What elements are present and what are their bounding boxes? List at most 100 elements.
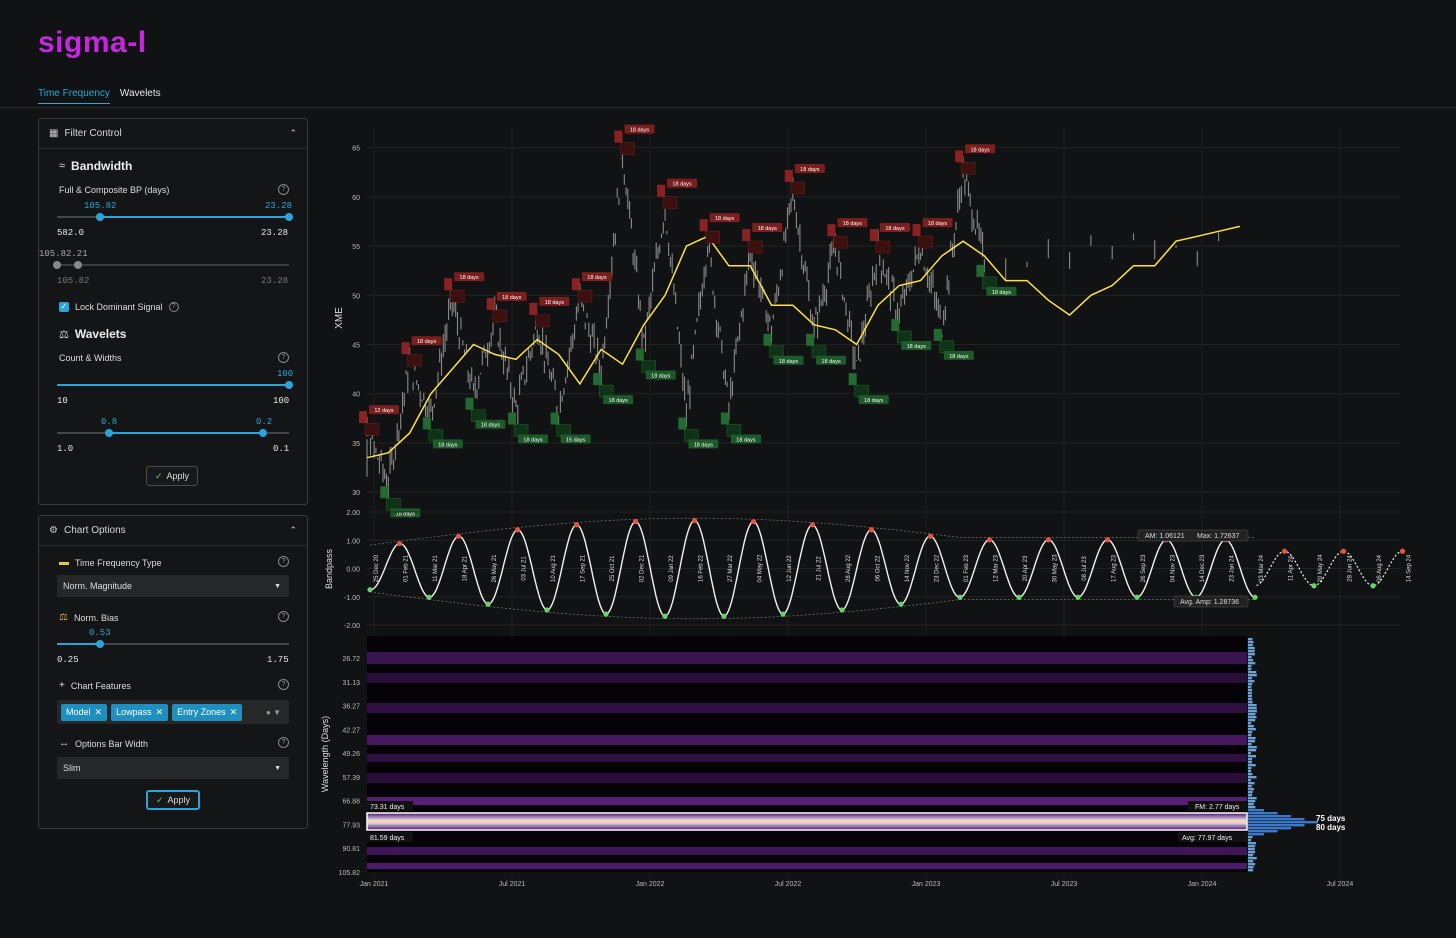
features-multiselect[interactable]: Model ✕ Lowpass ✕ Entry Zones ✕ ● ▼ <box>57 700 289 724</box>
tab-time-frequency[interactable]: Time Frequency <box>38 88 110 104</box>
peak-marker: 18 days <box>529 296 570 328</box>
histogram-bar <box>1248 677 1252 680</box>
histogram-bar <box>1248 818 1305 821</box>
histogram-bar <box>1248 806 1256 809</box>
options-apply-button[interactable]: ✓ Apply <box>146 790 201 810</box>
feature-tag-entry-zones[interactable]: Entry Zones ✕ <box>172 703 243 721</box>
bandpass-date-label: 17 Aug 23 <box>1112 554 1118 582</box>
peak-marker: 18 days <box>912 218 953 249</box>
histogram-bar <box>1248 692 1252 695</box>
filter-apply-label: Apply <box>166 471 190 481</box>
price-y-tick: 45 <box>352 343 360 350</box>
histogram-bar <box>1248 740 1255 743</box>
bias-slider-handle[interactable] <box>96 640 104 648</box>
am-label: AM: 1.06121 <box>1145 533 1185 540</box>
bandwidth-slider[interactable] <box>57 213 293 221</box>
histogram-bar <box>1248 746 1257 749</box>
bandwidth-high-label: 23.28 <box>265 201 293 211</box>
question-icon[interactable]: ? <box>278 737 289 748</box>
bias-slider[interactable] <box>57 640 289 648</box>
bandpass-date-label: 23 Dec 22 <box>935 554 941 582</box>
question-icon[interactable]: ? <box>168 302 179 312</box>
clear-caret-icon[interactable]: ● ▼ <box>266 708 281 717</box>
composite-slider[interactable] <box>53 261 289 269</box>
bar-width-label-text: Options Bar Width <box>75 738 149 749</box>
time-frequency-charts[interactable]: XME 65 60 55 50 45 40 35 30 12 days 18 days 18 da… <box>320 118 1440 898</box>
question-icon[interactable]: ? <box>278 556 289 567</box>
question-icon[interactable]: ? <box>278 679 289 690</box>
lock-dominant-checkbox[interactable]: ✓ Lock Dominant Signal ? <box>59 302 179 312</box>
chart-options-header[interactable]: ⚙ Chart Options ⌃ <box>39 516 307 546</box>
widths-slider[interactable] <box>57 429 289 437</box>
histogram-bar <box>1248 704 1257 707</box>
histogram-bar <box>1248 683 1253 686</box>
waves-icon: ≈ <box>59 160 66 172</box>
close-icon[interactable]: ✕ <box>95 707 103 718</box>
trough-marker: 18 days <box>891 319 932 350</box>
tf-type-select[interactable]: Norm. Magnitude ▼ <box>57 575 289 597</box>
checkbox-icon[interactable]: ✓ <box>59 302 69 312</box>
histogram-bar <box>1248 809 1264 812</box>
widths-slider-low-handle[interactable] <box>105 429 113 437</box>
question-icon[interactable]: ? <box>278 352 289 363</box>
histogram-bar <box>1248 848 1255 851</box>
histogram-bar <box>1248 638 1253 641</box>
bandpass-peak-dot <box>927 533 934 539</box>
bandwidth-slider-low-handle[interactable] <box>96 213 104 221</box>
bandpass-date-label: 11 Apr 24 <box>1289 555 1295 581</box>
composite-slider-low-handle[interactable] <box>53 261 61 269</box>
histogram-bar <box>1248 776 1257 779</box>
histogram-bar <box>1248 659 1254 662</box>
plus-icon: + <box>59 680 65 691</box>
histogram-bar <box>1248 695 1253 698</box>
features-label: + Chart Features <box>59 680 131 691</box>
bar-width-select[interactable]: Slim ▼ <box>57 757 289 779</box>
bandpass-trough-dot <box>1252 594 1258 600</box>
feature-tag-model[interactable]: Model ✕ <box>61 703 108 721</box>
bandpass-trough-dot <box>662 613 668 619</box>
question-icon[interactable]: ? <box>278 611 289 622</box>
histogram-bar <box>1248 719 1256 722</box>
cycle-length-label: 18 days <box>630 128 650 134</box>
bandpass-date-label: 20 May 24 <box>1318 554 1324 583</box>
price-y-tick: 65 <box>352 146 360 153</box>
price-y-tick: 35 <box>352 441 360 448</box>
chevron-up-icon[interactable]: ⌃ <box>289 128 297 139</box>
bandwidth-min: 582.0 <box>57 228 85 238</box>
time-x-tick: Jan 2022 <box>636 881 665 888</box>
price-bars <box>366 151 1220 501</box>
peak-marker: 18 days <box>614 124 655 155</box>
histogram-bar <box>1248 647 1255 650</box>
tab-wavelets[interactable]: Wavelets <box>120 88 161 104</box>
bandpass-peak-dot <box>573 522 580 528</box>
bandpass-date-label: 01 Feb 23 <box>964 554 970 582</box>
heatmap-band <box>367 773 1247 783</box>
cycle-length-label: 12 days <box>374 408 394 414</box>
chevron-up-icon[interactable]: ⌃ <box>289 525 297 536</box>
histogram-bar <box>1248 863 1256 866</box>
count-slider[interactable] <box>57 381 293 389</box>
heatmap-y-tick: 57.39 <box>342 775 360 782</box>
question-icon[interactable]: ? <box>278 184 289 195</box>
composite-slider-high-handle[interactable] <box>74 261 82 269</box>
histogram-bar <box>1248 869 1254 872</box>
cycle-length-label: 18 days <box>438 442 458 448</box>
filter-apply-button[interactable]: ✓ Apply <box>146 466 199 486</box>
cycle-length-label: 18 days <box>970 147 990 153</box>
main-tabs: Time Frequency Wavelets <box>38 88 161 104</box>
cycle-length-label: 18 days <box>800 167 820 173</box>
filter-control-header[interactable]: ▦ Filter Control ⌃ <box>39 119 307 149</box>
widths-slider-high-handle[interactable] <box>259 429 267 437</box>
bandpass-date-label: 02 Dec 21 <box>640 554 646 582</box>
bandpass-trough-dot <box>1311 583 1317 589</box>
composite-value-label: 105.82.21 <box>39 249 88 259</box>
bias-label-text: Norm. Bias <box>73 612 119 623</box>
feature-tag-lowpass[interactable]: Lowpass ✕ <box>111 703 169 721</box>
bandpass-date-label: 17 Sep 21 <box>581 554 587 582</box>
count-slider-handle[interactable] <box>285 381 293 389</box>
close-icon[interactable]: ✕ <box>230 707 238 718</box>
histogram-bar <box>1248 797 1257 800</box>
bandwidth-slider-high-handle[interactable] <box>285 213 293 221</box>
heatmap-y-ticks: 26.72 31.13 36.27 42.27 49.26 57.39 66.88 77.93… <box>339 656 361 877</box>
close-icon[interactable]: ✕ <box>156 707 164 718</box>
